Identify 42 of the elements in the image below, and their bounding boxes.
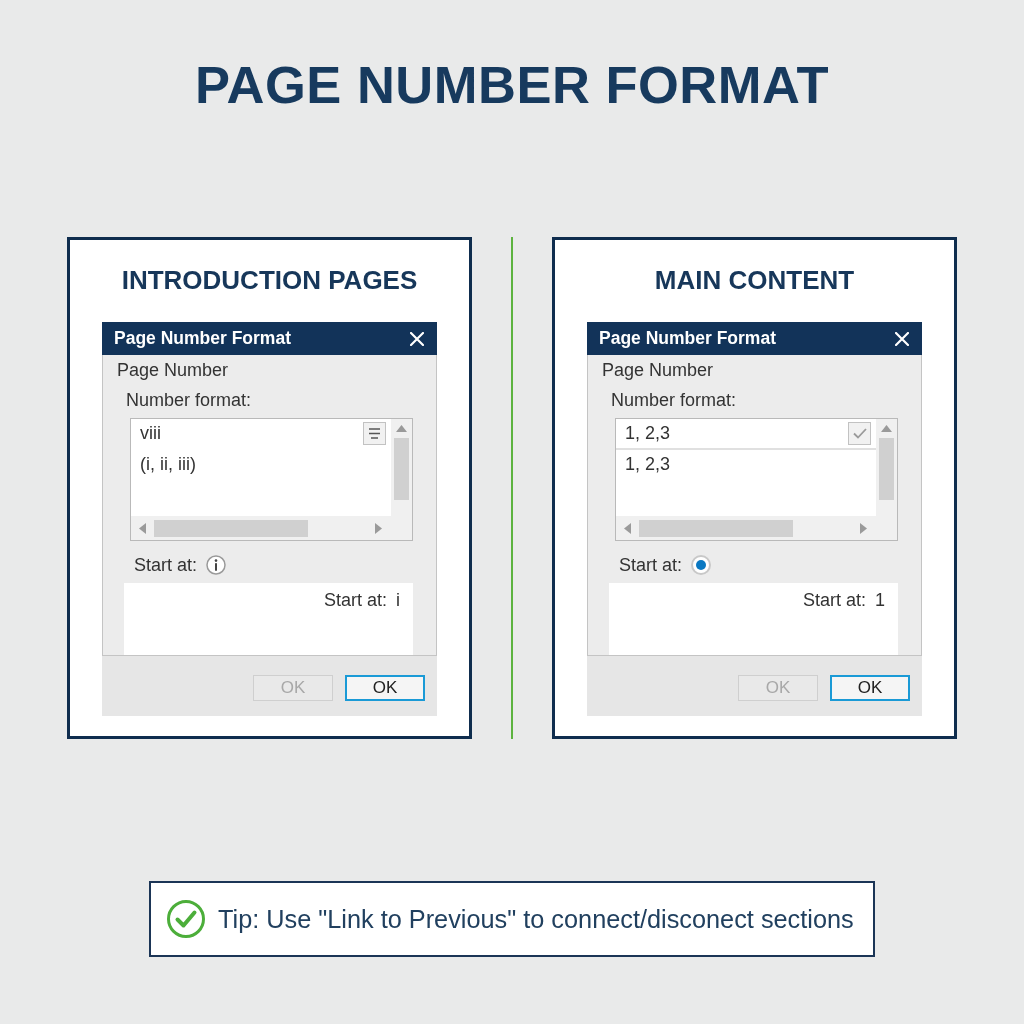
number-format-list[interactable]: viii (i, ii, iii) <box>130 418 413 541</box>
scrollbar-thumb[interactable] <box>879 438 894 500</box>
start-at-label: Start at: <box>802 589 866 612</box>
scroll-left-icon[interactable] <box>624 522 631 534</box>
scroll-left-icon[interactable] <box>139 522 146 534</box>
start-at-label: Start at: <box>323 589 387 612</box>
panel-heading: INTRODUCTION PAGES <box>121 264 418 296</box>
dialog-title: Page Number Format <box>114 328 291 349</box>
ok-button[interactable]: OK <box>345 675 425 701</box>
dialog-title: Page Number Format <box>599 328 776 349</box>
scroll-up-icon[interactable] <box>881 425 892 432</box>
radio-button[interactable] <box>691 555 712 575</box>
list-item[interactable]: 1, 2,3 <box>616 450 876 481</box>
number-format-list[interactable]: 1, 2,3 1, 2,3 <box>615 418 898 541</box>
scroll-up-icon[interactable] <box>396 425 407 432</box>
scrollbar-thumb[interactable] <box>639 519 793 537</box>
scrollbar-thumb[interactable] <box>394 438 409 500</box>
row-button[interactable] <box>848 422 871 445</box>
list-item[interactable]: viii <box>131 419 391 450</box>
panel-heading: MAIN CONTENT <box>654 264 855 296</box>
check-icon <box>852 428 867 439</box>
row-button[interactable] <box>363 422 386 445</box>
scrollbar-thumb[interactable] <box>154 519 308 537</box>
field-label: Number format: <box>611 389 737 412</box>
info-icon <box>206 555 227 575</box>
ok-button[interactable]: OK <box>830 675 910 701</box>
section-label: Page Number <box>117 359 229 382</box>
check-circle-icon <box>167 900 205 938</box>
list-item[interactable]: (i, ii, iii) <box>131 450 391 481</box>
section-label: Page Number <box>602 359 714 382</box>
close-icon <box>895 331 909 346</box>
start-value: i <box>396 589 400 612</box>
close-icon <box>410 331 424 346</box>
start-at-label: Start at: <box>619 554 683 576</box>
scroll-right-icon[interactable] <box>860 522 867 534</box>
tip-text: Tip: Use "Link to Previous" to connect/disconect sections <box>218 904 854 934</box>
scroll-right-icon[interactable] <box>375 522 382 534</box>
lines-icon <box>368 428 381 439</box>
start-value: 1 <box>875 589 885 612</box>
start-at-label: Start at: <box>134 554 198 576</box>
page-title: PAGE NUMBER FORMAT <box>194 55 830 115</box>
field-label: Number format: <box>126 389 252 412</box>
